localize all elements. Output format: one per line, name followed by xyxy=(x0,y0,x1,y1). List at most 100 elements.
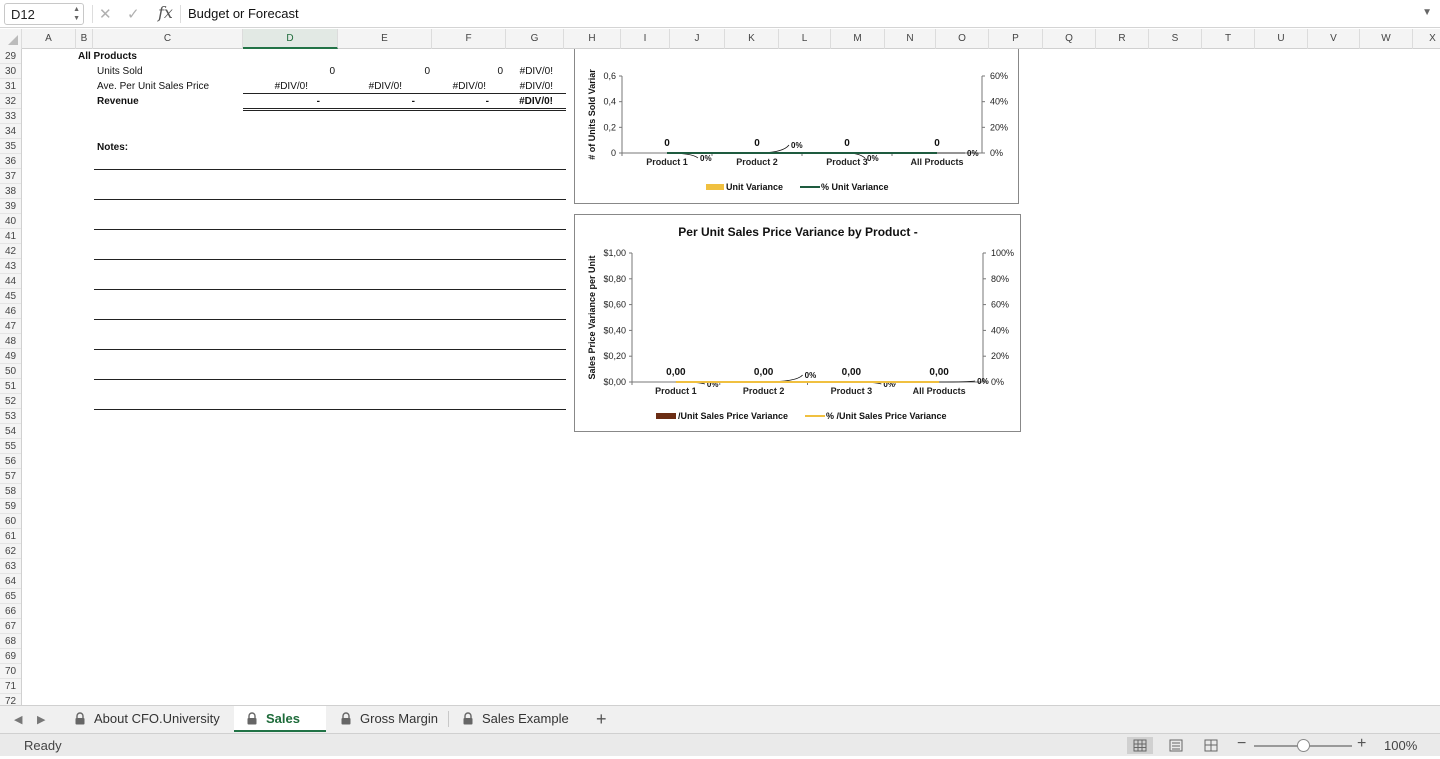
column-header-a[interactable]: A xyxy=(22,29,76,49)
sheet-tab-sales[interactable]: Sales xyxy=(234,706,326,732)
column-header-r[interactable]: R xyxy=(1096,29,1149,49)
row-header-31[interactable]: 31 xyxy=(0,79,21,94)
column-header-m[interactable]: M xyxy=(831,29,885,49)
column-header-b[interactable]: B xyxy=(76,29,93,49)
row-header-63[interactable]: 63 xyxy=(0,559,21,574)
ave-price-g[interactable]: #DIV/0! xyxy=(505,79,553,94)
row-header-72[interactable]: 72 xyxy=(0,694,21,705)
row-header-41[interactable]: 41 xyxy=(0,229,21,244)
units-variance-chart[interactable]: # of Units Sold Variar 0 0,2 0,4 0,6 0% 20% 40%… xyxy=(574,49,1019,204)
normal-view-button[interactable] xyxy=(1127,737,1153,754)
zoom-in-button[interactable]: + xyxy=(1357,735,1366,753)
row-header-48[interactable]: 48 xyxy=(0,334,21,349)
name-box[interactable]: D12 ▲ ▼ xyxy=(4,3,84,25)
column-header-x[interactable]: X xyxy=(1413,29,1440,49)
row-header-69[interactable]: 69 xyxy=(0,649,21,664)
row-header-58[interactable]: 58 xyxy=(0,484,21,499)
row-header-64[interactable]: 64 xyxy=(0,574,21,589)
row-header-47[interactable]: 47 xyxy=(0,319,21,334)
row-header-50[interactable]: 50 xyxy=(0,364,21,379)
column-header-v[interactable]: V xyxy=(1308,29,1360,49)
zoom-out-button[interactable]: − xyxy=(1237,735,1246,753)
row-header-36[interactable]: 36 xyxy=(0,154,21,169)
row-header-44[interactable]: 44 xyxy=(0,274,21,289)
cancel-icon[interactable]: ✕ xyxy=(99,5,112,23)
revenue-e[interactable]: - xyxy=(340,94,415,109)
sheet-tab-sales-example[interactable]: Sales Example xyxy=(450,706,578,732)
row-header-65[interactable]: 65 xyxy=(0,589,21,604)
column-header-n[interactable]: N xyxy=(885,29,936,49)
next-sheet-icon[interactable]: ▶ xyxy=(37,713,45,726)
row-header-46[interactable]: 46 xyxy=(0,304,21,319)
row-header-42[interactable]: 42 xyxy=(0,244,21,259)
insert-function-button[interactable]: fx xyxy=(158,3,173,22)
sheet-tab-about-cfo-university[interactable]: About CFO.University xyxy=(62,706,234,732)
row-header-34[interactable]: 34 xyxy=(0,124,21,139)
column-header-w[interactable]: W xyxy=(1360,29,1413,49)
column-header-q[interactable]: Q xyxy=(1043,29,1096,49)
chevron-down-icon[interactable]: ▼ xyxy=(1422,7,1432,18)
units-sold-d[interactable]: 0 xyxy=(245,64,335,79)
column-header-d[interactable]: D xyxy=(243,29,338,49)
ave-price-e[interactable]: #DIV/0! xyxy=(340,79,402,94)
row-header-49[interactable]: 49 xyxy=(0,349,21,364)
revenue-f[interactable]: - xyxy=(430,94,489,109)
row-header-39[interactable]: 39 xyxy=(0,199,21,214)
add-sheet-button[interactable]: + xyxy=(596,709,607,730)
row-header-56[interactable]: 56 xyxy=(0,454,21,469)
row-header-45[interactable]: 45 xyxy=(0,289,21,304)
row-header-51[interactable]: 51 xyxy=(0,379,21,394)
row-header-53[interactable]: 53 xyxy=(0,409,21,424)
column-header-e[interactable]: E xyxy=(338,29,432,49)
name-box-stepper-icon[interactable]: ▲ ▼ xyxy=(73,5,80,23)
row-header-33[interactable]: 33 xyxy=(0,109,21,124)
row-header-52[interactable]: 52 xyxy=(0,394,21,409)
column-header-g[interactable]: G xyxy=(506,29,564,49)
revenue-g[interactable]: #DIV/0! xyxy=(505,94,553,109)
ave-price-d[interactable]: #DIV/0! xyxy=(245,79,308,94)
revenue-d[interactable]: - xyxy=(245,94,320,109)
zoom-slider-handle[interactable] xyxy=(1297,739,1310,752)
row-header-37[interactable]: 37 xyxy=(0,169,21,184)
select-all-corner[interactable] xyxy=(0,29,22,49)
row-header-66[interactable]: 66 xyxy=(0,604,21,619)
row-header-71[interactable]: 71 xyxy=(0,679,21,694)
units-sold-g[interactable]: #DIV/0! xyxy=(505,64,553,79)
row-header-68[interactable]: 68 xyxy=(0,634,21,649)
row-header-60[interactable]: 60 xyxy=(0,514,21,529)
prev-sheet-icon[interactable]: ◀ xyxy=(14,713,22,726)
row-header-61[interactable]: 61 xyxy=(0,529,21,544)
row-header-57[interactable]: 57 xyxy=(0,469,21,484)
column-header-f[interactable]: F xyxy=(432,29,506,49)
column-header-u[interactable]: U xyxy=(1255,29,1308,49)
row-header-30[interactable]: 30 xyxy=(0,64,21,79)
column-header-t[interactable]: T xyxy=(1202,29,1255,49)
row-header-67[interactable]: 67 xyxy=(0,619,21,634)
units-sold-e[interactable]: 0 xyxy=(340,64,430,79)
row-header-43[interactable]: 43 xyxy=(0,259,21,274)
row-header-55[interactable]: 55 xyxy=(0,439,21,454)
column-header-l[interactable]: L xyxy=(779,29,831,49)
row-header-32[interactable]: 32 xyxy=(0,94,21,109)
units-sold-f[interactable]: 0 xyxy=(430,64,503,79)
price-variance-chart[interactable]: Per Unit Sales Price Variance by Product… xyxy=(574,214,1021,432)
column-header-i[interactable]: I xyxy=(621,29,670,49)
sheet-tab-gross-margin[interactable]: Gross Margin xyxy=(328,706,447,732)
row-header-40[interactable]: 40 xyxy=(0,214,21,229)
ave-price-f[interactable]: #DIV/0! xyxy=(430,79,486,94)
row-header-38[interactable]: 38 xyxy=(0,184,21,199)
column-header-h[interactable]: H xyxy=(564,29,621,49)
zoom-level[interactable]: 100% xyxy=(1384,738,1417,753)
column-header-o[interactable]: O xyxy=(936,29,989,49)
row-header-62[interactable]: 62 xyxy=(0,544,21,559)
formula-input[interactable]: Budget or Forecast xyxy=(188,6,299,21)
column-header-j[interactable]: J xyxy=(670,29,725,49)
column-header-c[interactable]: C xyxy=(93,29,243,49)
row-header-35[interactable]: 35 xyxy=(0,139,21,154)
row-header-59[interactable]: 59 xyxy=(0,499,21,514)
column-header-p[interactable]: P xyxy=(989,29,1043,49)
row-header-54[interactable]: 54 xyxy=(0,424,21,439)
row-header-70[interactable]: 70 xyxy=(0,664,21,679)
page-layout-view-button[interactable] xyxy=(1163,737,1189,754)
page-break-view-button[interactable] xyxy=(1198,737,1224,754)
